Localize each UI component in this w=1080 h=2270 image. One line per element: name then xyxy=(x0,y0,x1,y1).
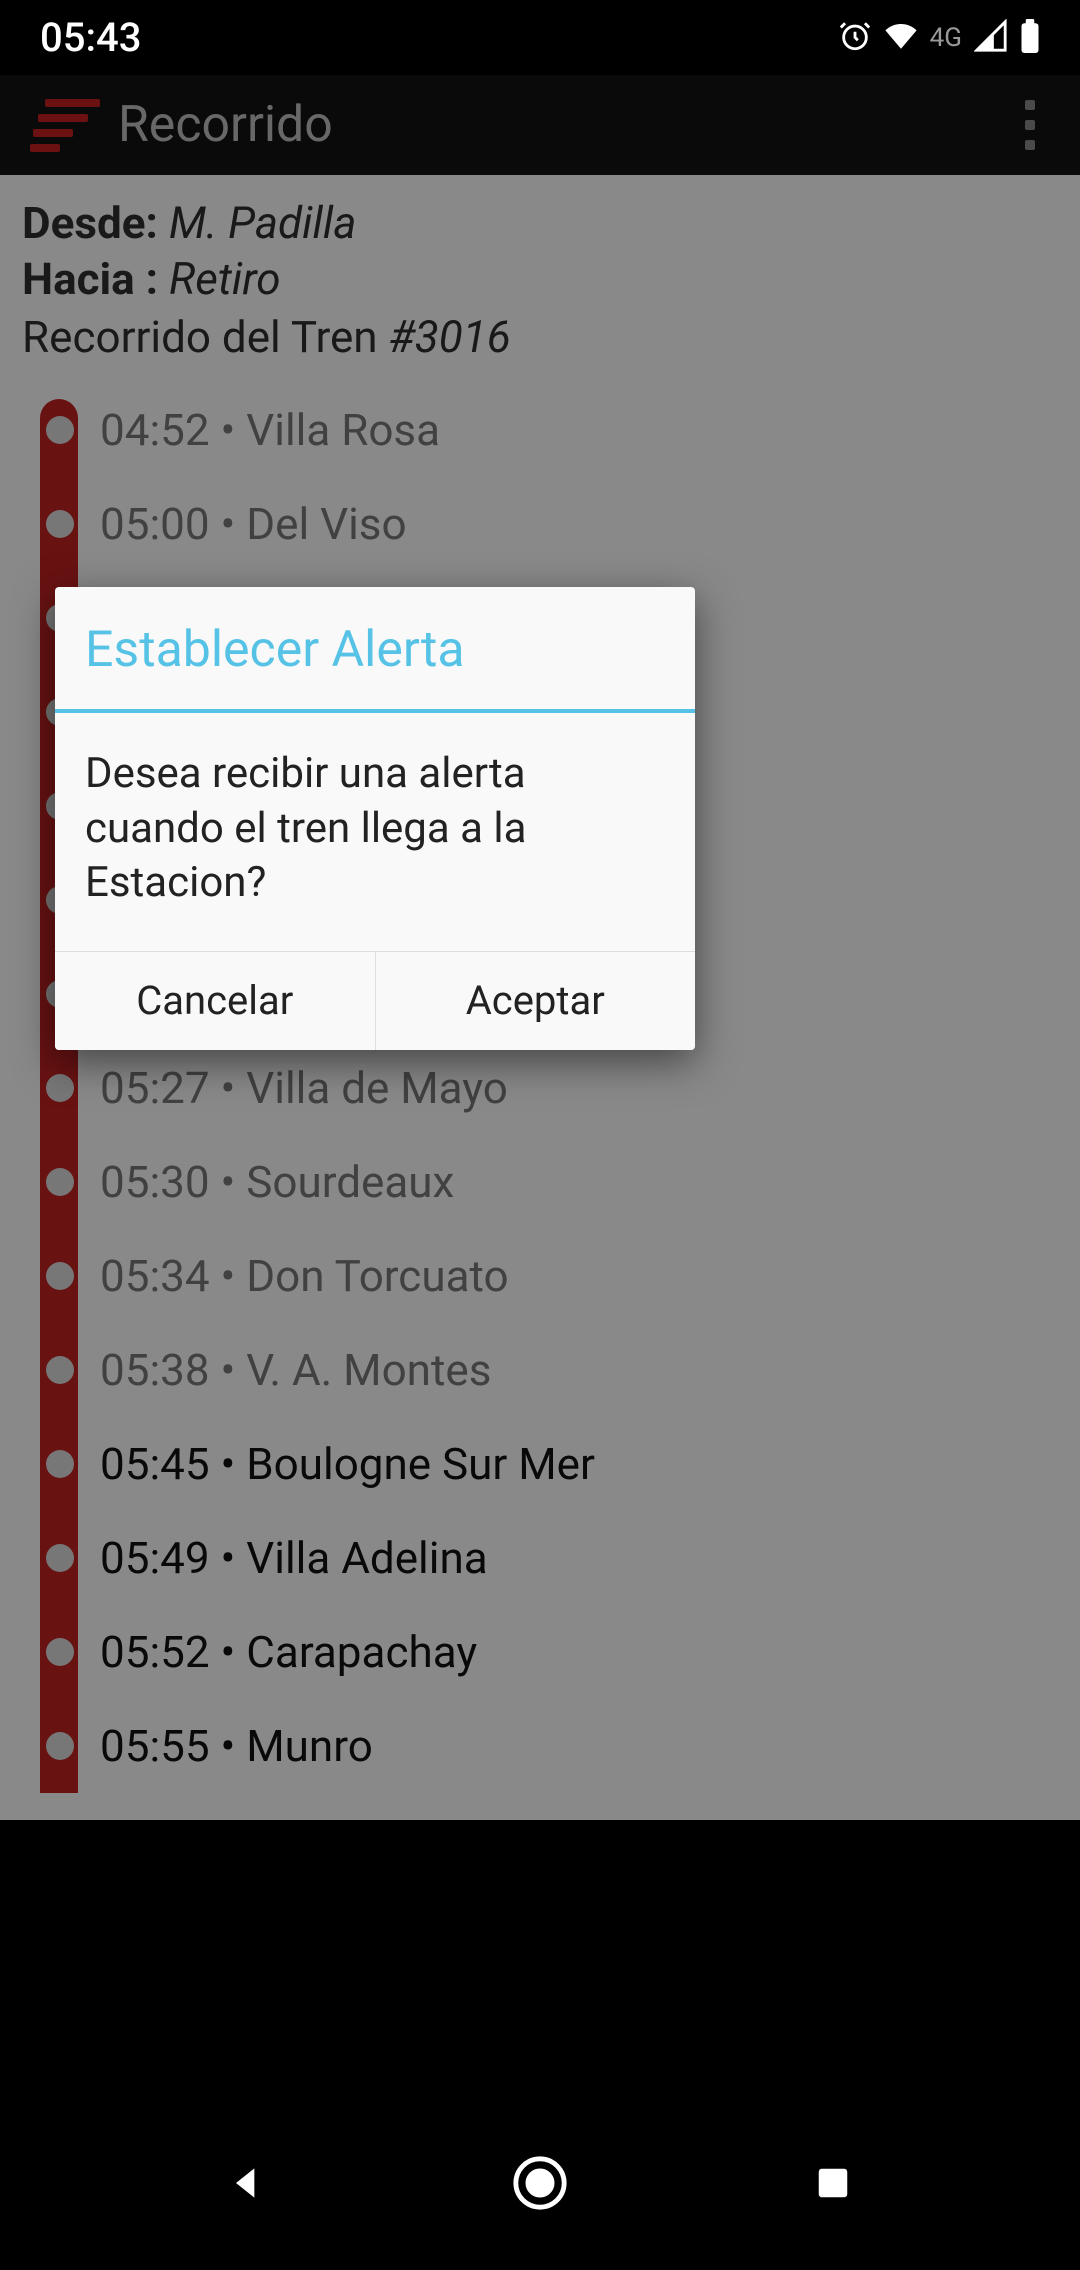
system-nav-bar xyxy=(0,2095,1080,2270)
accept-button[interactable]: Aceptar xyxy=(376,952,696,1050)
battery-icon xyxy=(1020,19,1040,57)
status-time: 05:43 xyxy=(40,14,141,61)
alarm-icon xyxy=(838,19,872,57)
dialog-actions: Cancelar Aceptar xyxy=(55,951,695,1050)
recent-apps-button[interactable] xyxy=(803,2153,863,2213)
cancel-button[interactable]: Cancelar xyxy=(55,952,376,1050)
status-icons: 4G xyxy=(838,19,1040,57)
home-button[interactable] xyxy=(510,2153,570,2213)
wifi-icon xyxy=(884,19,918,57)
status-bar: 05:43 4G xyxy=(0,0,1080,75)
back-button[interactable] xyxy=(217,2153,277,2213)
signal-icon xyxy=(974,19,1008,57)
dialog-message: Desea recibir una alerta cuando el tren … xyxy=(55,713,695,951)
network-type: 4G xyxy=(930,23,962,53)
alert-dialog: Establecer Alerta Desea recibir una aler… xyxy=(55,587,695,1050)
dialog-title: Establecer Alerta xyxy=(55,587,695,709)
